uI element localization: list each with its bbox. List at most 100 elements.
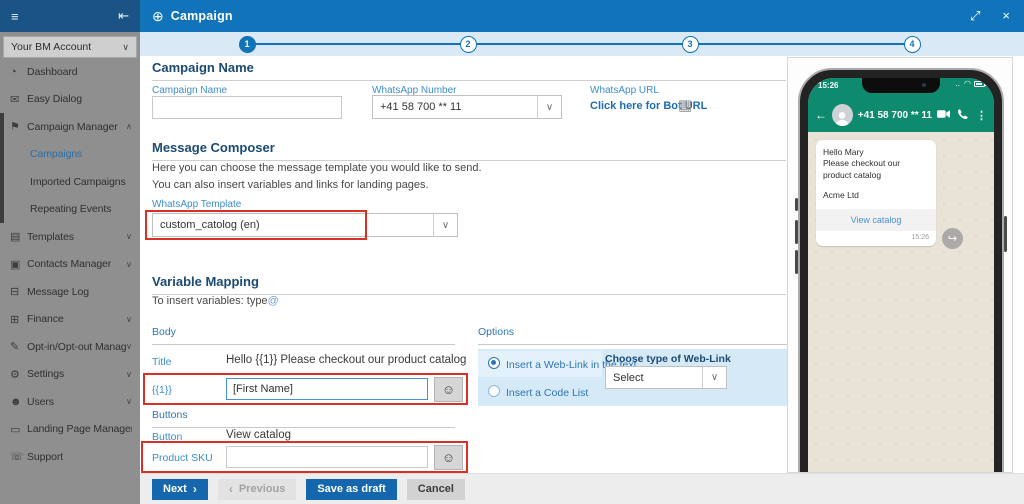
chevron-down-icon: ∨: [122, 41, 129, 52]
product-sku-label: Product SKU: [152, 452, 213, 464]
collapse-sidebar-icon[interactable]: ⇤: [118, 8, 129, 24]
sidebar: ≡ ⇤ Your BM Account ∨ ◔ Dashboard ✉ Easy…: [0, 0, 140, 504]
message-bubble: Hello Mary Please checkout our product c…: [816, 140, 936, 247]
campaign-name-label: Campaign Name: [152, 85, 228, 96]
wifi-icon: ◠: [964, 79, 971, 88]
avatar[interactable]: [832, 104, 853, 126]
kebab-menu-icon[interactable]: ⋮: [976, 109, 987, 122]
previous-button[interactable]: ‹ Previous: [217, 478, 297, 500]
variable-1-input[interactable]: [226, 378, 428, 400]
title-value: Hello {{1}} Please checkout our product …: [226, 354, 467, 366]
composer-description: Here you can choose the message template…: [152, 162, 482, 191]
expand-icon[interactable]: ⤢: [970, 8, 980, 24]
sidebar-item-support[interactable]: ☏ Support: [0, 443, 140, 471]
sidebar-item-settings[interactable]: ⚙ Settings ∨: [0, 361, 140, 389]
account-select[interactable]: Your BM Account ∨: [3, 36, 137, 58]
sidebar-item-contacts-manager[interactable]: ▣ Contacts Manager ∨: [0, 251, 140, 279]
step-3[interactable]: 3: [681, 35, 699, 53]
sidebar-item-imported-campaigns[interactable]: Imported Campaigns: [4, 168, 140, 196]
app-window: ≡ ⇤ Your BM Account ∨ ◔ Dashboard ✉ Easy…: [0, 0, 1024, 504]
section-heading-message-composer: Message Composer: [152, 140, 786, 161]
whatsapp-template-label: WhatsApp Template: [152, 199, 242, 210]
whatsapp-header: 15:26 ‥ ◠ ← +41 58 700 ** 11 ⋮: [808, 78, 994, 132]
insert-variables-hint: To insert variables: type@: [152, 295, 279, 307]
chat-bubble-icon: ✉: [10, 93, 20, 106]
campaign-manager-group: ⚑ Campaign Manager ∧ Campaigns Imported …: [0, 113, 140, 223]
users-icon: ☻: [10, 395, 22, 408]
stepper-line: [247, 43, 912, 45]
section-heading-campaign-name: Campaign Name: [152, 60, 786, 81]
sidebar-item-users[interactable]: ☻ Users ∨: [0, 388, 140, 416]
sidebar-item-landing-page-manager[interactable]: ▭ Landing Page Manager: [0, 416, 140, 444]
sidebar-item-campaign-manager[interactable]: ⚑ Campaign Manager ∧: [4, 113, 140, 141]
megaphone-icon: ⚑: [10, 121, 20, 134]
whatsapp-template-select[interactable]: custom_catolog (en) ∨: [152, 213, 458, 237]
wizard-stepper: 1 2 3 4: [140, 32, 1024, 56]
phone-notch: [862, 78, 940, 93]
codelist-radio[interactable]: [488, 385, 500, 397]
contact-name[interactable]: +41 58 700 ** 11: [858, 110, 932, 121]
codelist-radio-label[interactable]: Insert a Code List: [506, 387, 588, 399]
modal-titlebar: ⊕ Campaign ⤢ ×: [140, 0, 1024, 32]
chevron-down-icon: ∨: [125, 258, 132, 269]
phone-screen: 15:26 ‥ ◠ ← +41 58 700 ** 11 ⋮ Hello Mar…: [808, 78, 994, 472]
emoji-picker-button[interactable]: ☺: [434, 377, 463, 402]
chevron-up-icon: ∧: [125, 121, 132, 132]
whatsapp-url-label: WhatsApp URL: [590, 85, 659, 96]
cancel-button[interactable]: Cancel: [406, 478, 465, 500]
message-timestamp: 15:26: [911, 234, 929, 242]
battery-icon: [974, 81, 987, 87]
whatsapp-number-select[interactable]: +41 58 700 ** 11 ∨: [372, 95, 562, 119]
sidebar-menu: ◔ Dashboard ✉ Easy Dialog ⚑ Campaign Man…: [0, 58, 140, 471]
save-as-draft-button[interactable]: Save as draft: [306, 478, 397, 500]
back-arrow-icon[interactable]: ←: [815, 108, 827, 122]
step-4[interactable]: 4: [903, 35, 921, 53]
account-label: Your BM Account: [11, 41, 92, 53]
chevron-down-icon: ∨: [702, 367, 726, 388]
finance-icon: ⊞: [10, 313, 20, 326]
templates-icon: ▤: [10, 231, 21, 244]
section-heading-variable-mapping: Variable Mapping: [152, 274, 786, 295]
sidebar-header: ≡ ⇤: [0, 0, 140, 32]
chevron-down-icon: ∨: [537, 96, 561, 118]
next-button[interactable]: Next ›: [152, 478, 208, 500]
gear-icon: ⚙: [10, 368, 20, 381]
forward-icon[interactable]: ↪: [942, 228, 963, 249]
sidebar-item-dashboard[interactable]: ◔ Dashboard: [0, 58, 140, 86]
sidebar-item-repeating-events[interactable]: Repeating Events: [4, 196, 140, 224]
phone-preview-panel: 15:26 ‥ ◠ ← +41 58 700 ** 11 ⋮ Hello Mar…: [787, 57, 1013, 473]
landing-page-icon: ▭: [10, 423, 21, 436]
plus-circle-icon: ⊕: [152, 7, 164, 24]
title-label: Title: [152, 356, 172, 368]
campaign-name-input[interactable]: [152, 96, 342, 119]
menu-icon[interactable]: ≡: [11, 9, 19, 24]
view-catalog-button[interactable]: View catalog: [816, 208, 936, 232]
video-call-icon[interactable]: [937, 106, 950, 124]
qr-code-icon[interactable]: ▦: [678, 98, 692, 113]
chevron-down-icon: ∨: [125, 313, 132, 324]
sidebar-item-campaigns[interactable]: Campaigns: [4, 141, 140, 169]
weblink-type-label: Choose type of Web-Link: [605, 353, 731, 365]
sidebar-item-opt-in-out-manager[interactable]: ✎ Opt-in/Opt-out Manager ∨: [0, 333, 140, 361]
step-1[interactable]: 1: [238, 35, 256, 53]
sidebar-item-finance[interactable]: ⊞ Finance ∨: [0, 306, 140, 334]
chevron-down-icon: ∨: [125, 396, 132, 407]
options-panel: Insert a Web-Link in the text Insert a C…: [478, 349, 787, 406]
sidebar-item-easy-dialog[interactable]: ✉ Easy Dialog: [0, 86, 140, 114]
power-button: [1004, 216, 1007, 252]
step-2[interactable]: 2: [459, 35, 477, 53]
product-sku-input[interactable]: [226, 446, 428, 468]
wizard-footer: Next › ‹ Previous Save as draft Cancel: [140, 473, 1024, 504]
voice-call-icon[interactable]: [958, 106, 968, 124]
weblink-type-select[interactable]: Select ∨: [605, 366, 727, 389]
sidebar-item-templates[interactable]: ▤ Templates ∨: [0, 223, 140, 251]
signal-icon: ‥: [955, 81, 962, 88]
chevron-down-icon: ∨: [125, 368, 132, 379]
weblink-radio[interactable]: [488, 357, 500, 369]
sidebar-item-message-log[interactable]: ⊟ Message Log: [0, 278, 140, 306]
options-subheading: Options: [478, 326, 787, 345]
emoji-picker-button[interactable]: ☺: [434, 445, 463, 470]
chevron-left-icon: ‹: [228, 482, 233, 496]
close-icon[interactable]: ×: [1002, 8, 1010, 24]
chevron-down-icon: ∨: [125, 231, 132, 242]
